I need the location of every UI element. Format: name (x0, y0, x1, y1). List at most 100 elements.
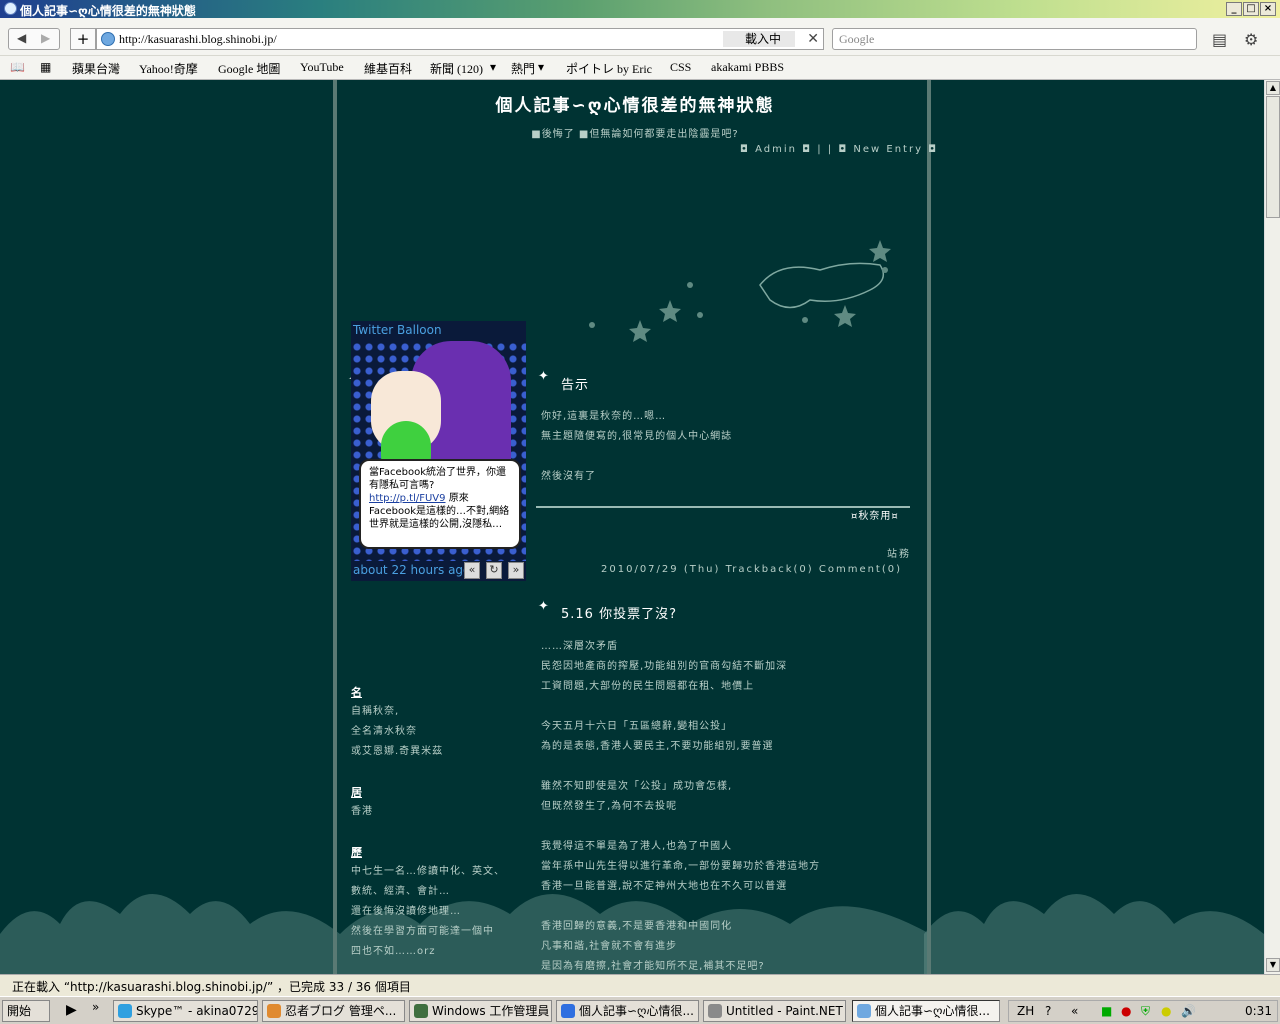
globe-icon (101, 32, 115, 46)
tweet-time[interactable]: about 22 hours ago (353, 563, 470, 577)
profile-history-line: 然後在學習方面可能達一個中 (351, 926, 494, 937)
bookmarks-bar: 📖 ▦ 蘋果台灣 Yahoo!奇摩 Google 地圖 YouTube 維基百科… (0, 56, 1280, 80)
task-skype[interactable]: Skype™ - akina0729 (113, 1000, 258, 1022)
window-title: 個人記事∽ღ心情很差的無神狀態 (20, 4, 196, 18)
close-button[interactable]: × (1260, 2, 1276, 16)
bookmark-poitore[interactable]: ポイトレ by Eric (566, 60, 652, 77)
bookmark-akakami[interactable]: akakami PBBS (711, 60, 784, 75)
messenger-icon[interactable]: ● (1161, 1004, 1171, 1018)
post-body-line: 今天五月十六日「五區總辭,變相公投」 (541, 721, 733, 732)
tweet-bubble: 當Facebook統治了世界，你還有隱私可言嗎? http://p.tl/FUV… (359, 459, 521, 549)
scroll-down-icon[interactable]: ▼ (1266, 958, 1280, 972)
tweet-link[interactable]: http://p.tl/FUV9 (369, 493, 446, 504)
loading-indicator: 載入中 (723, 31, 795, 47)
quicklaunch-more-icon[interactable]: » (92, 1000, 99, 1014)
post-body-line: ……深層次矛盾 (541, 641, 618, 652)
minimize-button[interactable]: _ (1226, 2, 1242, 16)
star-icon: ✦ (538, 599, 549, 614)
previous-tweet-button[interactable]: « (464, 562, 480, 579)
next-tweet-button[interactable]: » (508, 562, 524, 579)
language-indicator[interactable]: ZH (1017, 1004, 1034, 1018)
network-icon[interactable]: ■ (1101, 1004, 1112, 1018)
post-body-line: 但既然發生了,為何不去投呢 (541, 801, 678, 812)
browser-icon (857, 1004, 871, 1018)
post-body-line: 香港回歸的意義,不是要香港和中國同化 (541, 921, 733, 932)
vertical-scrollbar[interactable]: ▲ ▼ (1264, 80, 1280, 974)
bookmark-wikipedia[interactable]: 維基百科 (364, 60, 412, 77)
post-body-line: 香港一旦能普選,說不定神州大地也在不久可以普選 (541, 881, 788, 892)
address-bar[interactable]: http://kasuarashi.blog.shinobi.jp/ 載入中 ✕ (96, 28, 824, 50)
task-manager-icon (414, 1004, 428, 1018)
skype-icon (118, 1004, 132, 1018)
start-button[interactable]: 開始 (2, 1000, 50, 1022)
task-label: 個人記事∽ღ心情很... (579, 1004, 694, 1018)
url-text[interactable]: http://kasuarashi.blog.shinobi.jp/ (119, 32, 277, 47)
stop-icon[interactable]: ✕ (807, 31, 819, 47)
right-rail (927, 80, 931, 974)
task-label: Skype™ - akina0729 (136, 1004, 258, 1018)
refresh-button[interactable]: ↻ (486, 562, 502, 579)
post-body-line: 然後沒有了 (541, 471, 596, 482)
media-player-icon[interactable]: ▶ (66, 1002, 77, 1018)
help-icon[interactable]: ? (1045, 1004, 1051, 1018)
paint-net-icon (708, 1004, 722, 1018)
bookmark-yahoo[interactable]: Yahoo!奇摩 (139, 60, 198, 77)
browser-icon (4, 2, 17, 15)
shield-icon[interactable]: ⛨ (1141, 1004, 1150, 1019)
search-placeholder: Google (839, 32, 875, 46)
post-body-line: 凡事和諧,社會就不會有進步 (541, 941, 678, 952)
notification-icon[interactable]: « (1071, 1004, 1078, 1018)
profile-name-line: 或艾恩娜.奇異米茲 (351, 746, 444, 757)
antivirus-icon[interactable]: ● (1121, 1004, 1131, 1018)
chevron-down-icon[interactable]: ▾ (490, 60, 496, 75)
profile-location: 香港 (351, 806, 373, 817)
volume-icon[interactable]: 🔊 (1181, 1004, 1196, 1018)
maximize-button[interactable]: □ (1243, 2, 1259, 16)
header-links[interactable]: ◘ Admin ◘ | | ◘ New Entry ◘ (740, 144, 938, 155)
blog-title[interactable]: 個人記事∽ღ心情很差的無神狀態 (340, 91, 930, 116)
bookmark-popular[interactable]: 熱門 (511, 60, 535, 77)
forward-icon[interactable]: ▶ (41, 31, 50, 45)
task-blog-browser[interactable]: 個人記事∽ღ心情很... (852, 1000, 1000, 1022)
bookmark-news[interactable]: 新聞 (120) (430, 60, 483, 77)
book-icon[interactable]: 📖 (10, 60, 25, 75)
post-category[interactable]: 站務 (887, 545, 911, 560)
system-tray: ZH ? « ■ ● ⛨ ● 🔊 0:31 (1008, 1000, 1278, 1022)
bookmark-google-maps[interactable]: Google 地圖 (218, 60, 280, 77)
twitter-balloon-widget: Twitter Balloon 當Facebook統治了世界，你還有隱私可言嗎?… (351, 321, 526, 581)
profile-history-heading: 歷 (351, 846, 362, 859)
page-menu-icon[interactable]: ▤ (1212, 30, 1227, 49)
post-signature: ¤秋奈用¤ (851, 511, 899, 522)
post-body-line: 民怨因地產商的搾壓,功能組別的官商勾結不斷加深 (541, 661, 788, 672)
chevron-down-icon[interactable]: ▾ (538, 60, 544, 75)
tweet-text: 當Facebook統治了世界，你還有隱私可言嗎? (369, 467, 506, 491)
cloud-decoration (924, 894, 1264, 974)
task-paint-net[interactable]: Untitled - Paint.NET v... (703, 1000, 846, 1022)
task-blog-ie[interactable]: 個人記事∽ღ心情很... (556, 1000, 699, 1022)
clock[interactable]: 0:31 (1245, 1004, 1272, 1018)
task-task-manager[interactable]: Windows 工作管理員 (409, 1000, 552, 1022)
taskbar: 開始 ▶ » Skype™ - akina0729 忍者ブログ 管理ペ... W… (0, 996, 1280, 1024)
profile-history-line: 四也不如……orz (351, 946, 436, 957)
status-bar: 正在載入 “http://kasuarashi.blog.shinobi.jp/… (0, 974, 1280, 996)
task-label: Untitled - Paint.NET v... (726, 1004, 845, 1018)
grid-icon[interactable]: ▦ (40, 60, 51, 75)
post-title[interactable]: 告示 (561, 374, 589, 393)
add-bookmark-button[interactable]: + (70, 28, 96, 50)
gear-icon[interactable]: ⚙ (1244, 30, 1258, 49)
post-meta[interactable]: 2010/07/29 (Thu) Trackback(0) Comment(0) (601, 564, 902, 575)
bookmark-css[interactable]: CSS (670, 60, 691, 75)
search-box[interactable]: Google (832, 28, 1197, 50)
scroll-up-icon[interactable]: ▲ (1266, 81, 1280, 95)
bookmark-apple[interactable]: 蘋果台灣 (72, 60, 120, 77)
profile-history-line: 中七生一名…修讀中化、英文、 (351, 866, 505, 877)
back-icon[interactable]: ◀ (17, 31, 26, 45)
scrollbar-thumb[interactable] (1266, 96, 1280, 218)
profile-history-line: 數統、經濟、會計… (351, 886, 450, 897)
widget-title[interactable]: Twitter Balloon (353, 323, 442, 337)
navigation-toolbar: ◀ ▶ + http://kasuarashi.blog.shinobi.jp/… (0, 18, 1280, 56)
post-title[interactable]: 5.16 你投票了沒? (561, 603, 677, 622)
bookmark-youtube[interactable]: YouTube (300, 60, 344, 75)
cloud-decoration (0, 894, 340, 974)
task-ninja-admin[interactable]: 忍者ブログ 管理ペ... (262, 1000, 405, 1022)
